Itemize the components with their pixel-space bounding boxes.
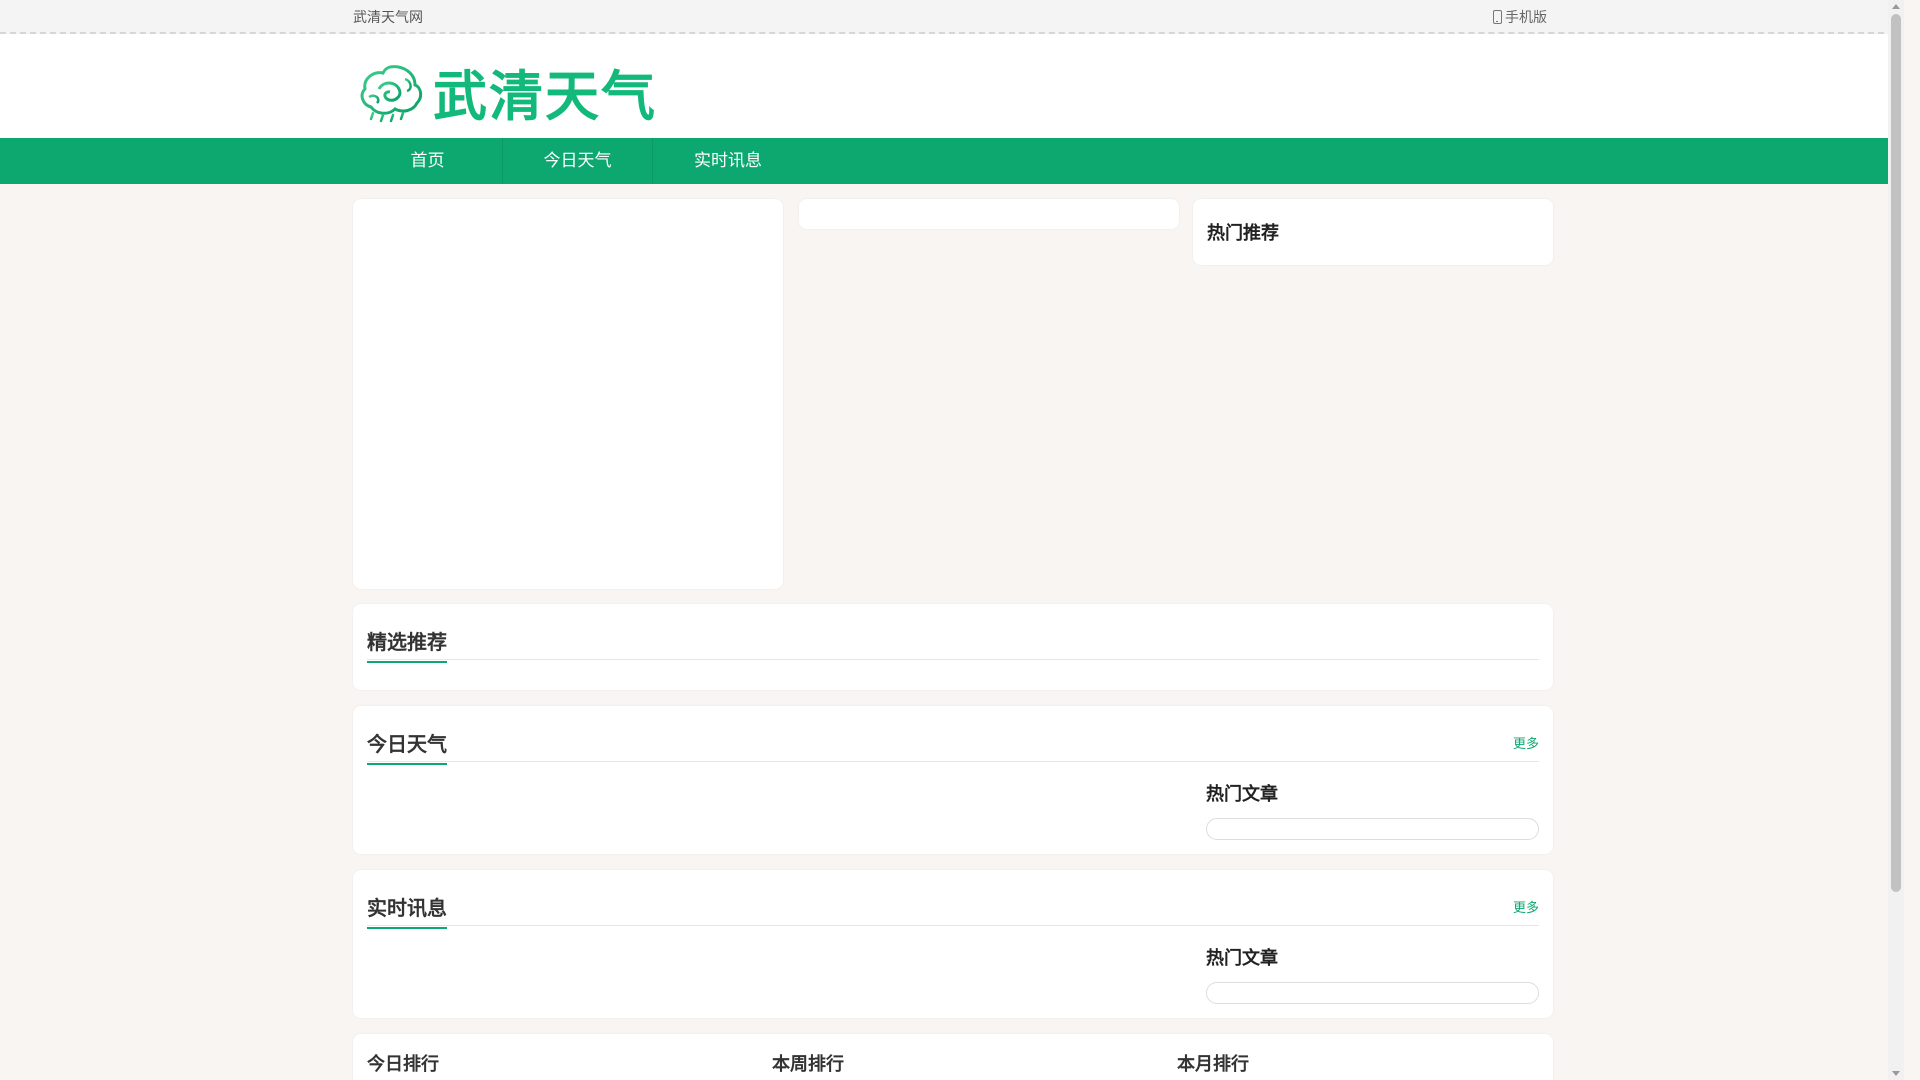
mobile-version-link[interactable]: 手机版 <box>1493 7 1547 27</box>
vertical-scrollbar[interactable] <box>1888 0 1904 1080</box>
page: 武清天气网 手机版 武清天气 首页 今日天气 实时讯息 热门推荐 精选推荐 今日… <box>0 0 1904 1080</box>
hot-articles-title: 热门文章 <box>1206 784 1278 805</box>
header: 武清天气 <box>0 34 1904 138</box>
site-logo[interactable]: 武清天气 <box>355 52 657 131</box>
mobile-version-label: 手机版 <box>1505 10 1547 26</box>
realtime-news-title: 实时讯息 <box>367 892 447 929</box>
nav-item-realtime-news[interactable]: 实时讯息 <box>653 138 803 184</box>
scroll-down-icon[interactable] <box>1892 1071 1900 1076</box>
hot-articles-list <box>1206 982 1539 1004</box>
daily-rank-title: 今日排行 <box>367 1050 513 1080</box>
today-weather-title: 今日天气 <box>367 728 447 765</box>
scroll-thumb[interactable] <box>1891 14 1901 892</box>
weekly-rank-title: 本周排行 <box>772 1050 918 1080</box>
today-weather-section: 今日天气 更多 热门文章 <box>353 706 1553 854</box>
featured-title: 精选推荐 <box>367 626 447 663</box>
section-divider <box>367 925 1539 926</box>
section-divider <box>367 761 1539 762</box>
section-divider <box>367 659 1539 660</box>
monthly-rank-title: 本月排行 <box>1177 1050 1323 1080</box>
site-name-link[interactable]: 武清天气网 <box>353 7 423 27</box>
headline-panel <box>799 199 1179 229</box>
slider-panel[interactable] <box>353 199 783 589</box>
hot-articles-list <box>1206 818 1539 840</box>
realtime-news-more-link[interactable]: 更多 <box>1513 897 1539 916</box>
hot-recommend-panel: 热门推荐 <box>1193 199 1553 265</box>
nav-item-today-weather[interactable]: 今日天气 <box>503 138 653 184</box>
main-nav: 首页 今日天气 实时讯息 <box>0 138 1904 184</box>
today-weather-more-link[interactable]: 更多 <box>1513 733 1539 752</box>
realtime-news-section: 实时讯息 更多 热门文章 <box>353 870 1553 1018</box>
top-bar: 武清天气网 手机版 <box>0 0 1904 34</box>
hot-recommend-title: 热门推荐 <box>1207 223 1279 244</box>
hot-articles-title: 热门文章 <box>1206 948 1278 969</box>
scroll-up-icon[interactable] <box>1892 4 1900 9</box>
rankings-section: 今日排行 本周排行 本月排行 <box>353 1034 1553 1080</box>
nav-item-home[interactable]: 首页 <box>353 138 503 184</box>
cloud-swirl-logo-icon <box>360 64 423 122</box>
featured-section: 精选推荐 <box>353 604 1553 690</box>
logo-text: 武清天气 <box>433 65 657 128</box>
phone-icon <box>1493 10 1502 24</box>
